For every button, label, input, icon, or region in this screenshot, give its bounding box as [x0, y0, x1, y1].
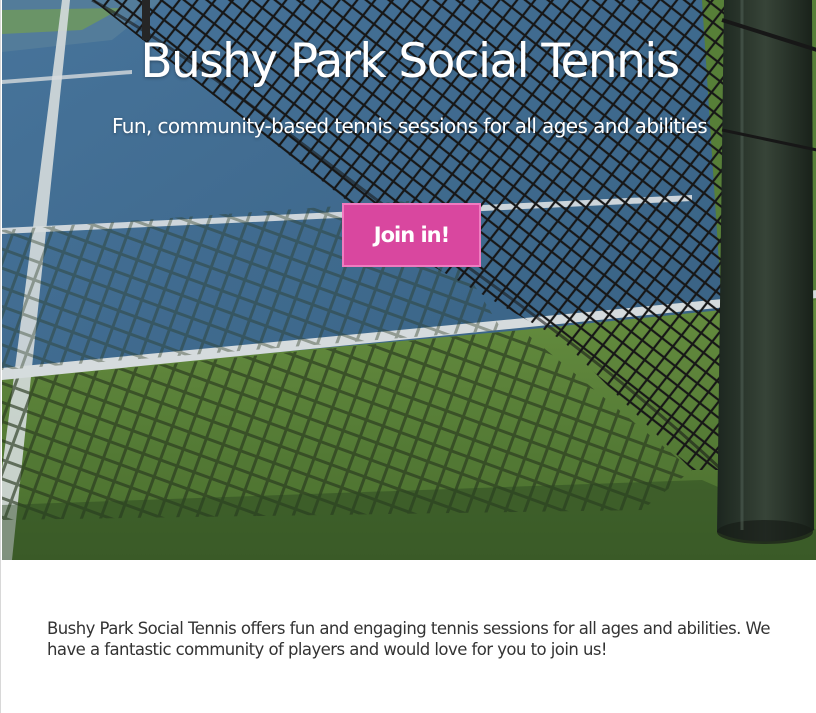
hero-title: Bushy Park Social Tennis [140, 34, 680, 89]
about-description: Bushy Park Social Tennis offers fun and … [47, 619, 770, 659]
hero-subtitle: Fun, community-based tennis sessions for… [111, 114, 708, 138]
page: About Us [0, 0, 816, 713]
hero-section: Bushy Park Social Tennis Fun, community-… [2, 0, 816, 560]
join-in-button[interactable]: Join in! [342, 203, 481, 267]
